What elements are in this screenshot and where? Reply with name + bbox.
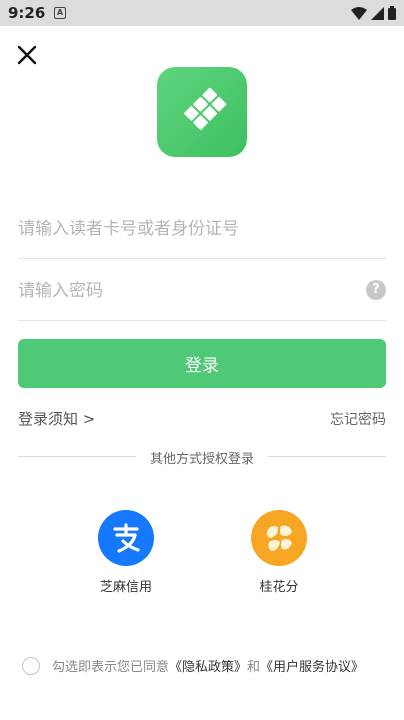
divider-line-right: [268, 456, 386, 457]
agreement-row: 勾选即表示您已同意 《隐私政策》 和 《用户服务协议》: [22, 656, 364, 675]
other-login-title: 其他方式授权登录: [149, 452, 254, 467]
account-input[interactable]: [18, 199, 358, 259]
status-icons: [351, 6, 396, 20]
user-agreement-link[interactable]: 《用户服务协议》: [260, 656, 364, 675]
library-app-logo-icon: [184, 87, 227, 130]
help-icon[interactable]: ?: [366, 280, 386, 300]
privacy-policy-link[interactable]: 《隐私政策》: [169, 656, 247, 675]
battery-icon: [388, 6, 396, 20]
other-login-divider: 其他方式授权登录: [18, 447, 386, 467]
wifi-icon: [351, 6, 367, 20]
account-field: [18, 199, 386, 259]
status-bar: 9:26 A: [0, 0, 404, 26]
close-icon: [17, 45, 37, 65]
forgot-password-link[interactable]: 忘记密码: [330, 409, 386, 429]
password-input[interactable]: [18, 261, 358, 321]
zhima-credit-label: 芝麻信用: [99, 580, 152, 595]
signal-icon: [371, 6, 384, 20]
osmanthus-icon: [251, 510, 307, 566]
notification-icon: A: [54, 7, 66, 19]
osmanthus-score-label: 桂花分: [259, 580, 299, 595]
agreement-prefix: 勾选即表示您已同意: [52, 660, 170, 675]
login-notice-link[interactable]: 登录须知 >: [18, 408, 95, 429]
password-field: ?: [18, 261, 386, 321]
status-time: 9:26: [8, 4, 46, 22]
app-logo: [157, 67, 247, 157]
osmanthus-score-login-button[interactable]: 桂花分: [234, 510, 324, 595]
zhima-credit-login-button[interactable]: 芝麻信用: [81, 510, 171, 595]
login-button[interactable]: 登录: [18, 339, 386, 388]
close-button[interactable]: [16, 44, 38, 66]
alipay-icon: [98, 510, 154, 566]
agreement-checkbox[interactable]: [22, 656, 40, 675]
agreement-conjunction: 和: [247, 660, 261, 675]
